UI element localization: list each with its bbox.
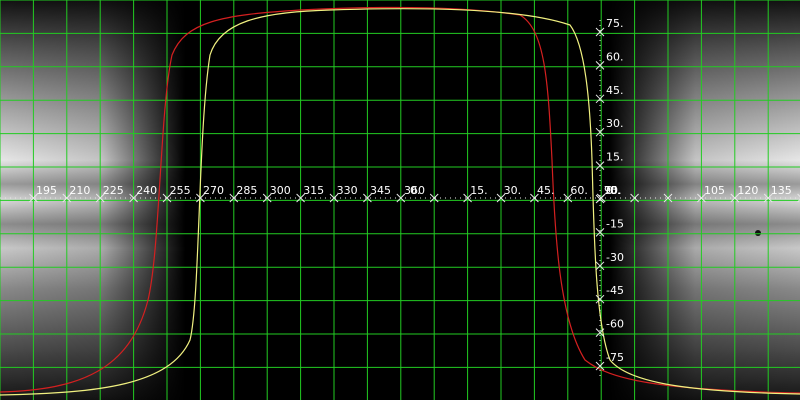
longitude-label: 45.	[537, 184, 555, 197]
latitude-label: 30.	[606, 117, 624, 130]
moon-shadow-spot	[755, 230, 761, 236]
longitude-label: 300	[270, 184, 291, 197]
longitude-label: 255	[170, 184, 191, 197]
latitude-label: -45	[606, 284, 624, 297]
longitude-label: 285	[236, 184, 257, 197]
longitude-label: 270	[203, 184, 224, 197]
planet-map-view[interactable]: 195 210 225 240 255 270 285 300 315 330 345 360 0. 15…	[0, 0, 800, 400]
longitude-label: 135	[771, 184, 792, 197]
longitude-label: 105	[704, 184, 725, 197]
longitude-label: 225	[103, 184, 124, 197]
latitude-label: -15	[606, 217, 624, 230]
latitude-label: 0.	[606, 184, 617, 197]
longitude-label: 210	[69, 184, 90, 197]
latitude-label: 60.	[606, 50, 624, 63]
longitude-label: 330	[337, 184, 358, 197]
longitude-label: 195	[36, 184, 57, 197]
latitude-label: 15.	[606, 151, 624, 164]
map-canvas: 195 210 225 240 255 270 285 300 315 330 345 3600. 15…	[0, 0, 800, 400]
longitude-label: 15.	[470, 184, 488, 197]
latitude-label: 45.	[606, 84, 624, 97]
longitude-label: 120	[737, 184, 758, 197]
latitude-label: 75.	[606, 17, 624, 30]
latitude-label: -60	[606, 318, 624, 331]
longitude-label: 315	[303, 184, 324, 197]
latitude-label: -30	[606, 251, 624, 264]
longitude-label: 345	[370, 184, 391, 197]
longitude-label: 60.	[570, 184, 588, 197]
longitude-label: 30.	[504, 184, 521, 197]
longitude-label: 0.	[410, 184, 421, 197]
longitude-label: 240	[136, 184, 157, 197]
latitude-label: -75	[606, 351, 624, 364]
